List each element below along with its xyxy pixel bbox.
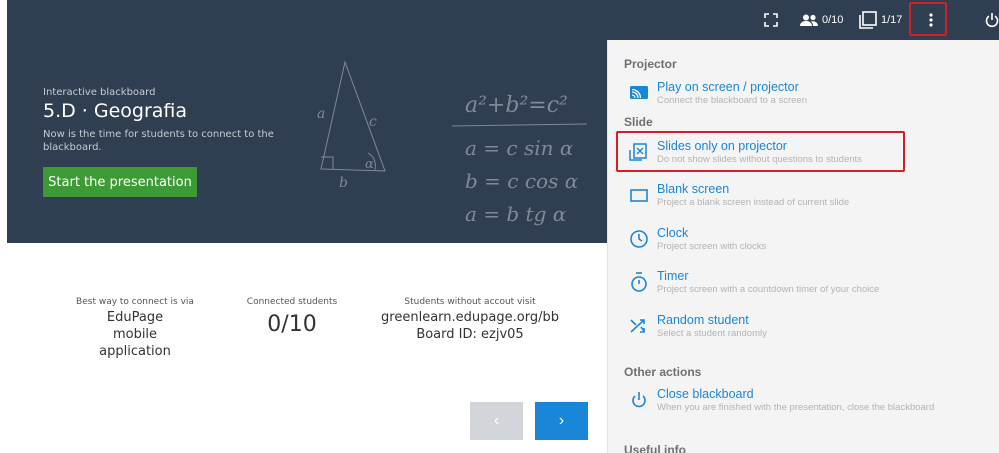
menu-item-label: Timer [657,269,689,283]
shuffle-icon [630,319,645,333]
people-icon [800,14,818,26]
menu-item-desc: Project a blank screen instead of curren… [657,197,850,208]
students-count: 0/10 [822,14,844,26]
connect-info: Best way to connect is via EduPage mobil… [45,297,225,360]
students-button[interactable]: 0/10 [799,0,843,40]
menu-item-desc: Connect the blackboard to a screen [657,95,807,106]
equation-pythagoras: a²+b²=c² [465,93,568,118]
projector-heading: Projector [624,57,677,71]
start-presentation-button[interactable]: Start the presentation [43,167,197,197]
side-c-label: c [369,114,377,130]
menu-item-desc: Project screen with clocks [657,241,767,252]
timer-icon [631,272,647,292]
side-b-label: b [339,175,348,191]
top-bar: 0/10 1/17 [7,0,999,40]
prev-slide-button[interactable]: ‹ [470,402,523,440]
menu-item-close-blackboard[interactable]: Close blackboard When you are finished w… [624,387,994,423]
class-title: 5.D · Geografia [43,100,188,122]
hero-subtitle: Now is the time for students to connect … [43,129,274,153]
menu-item-label: Blank screen [657,182,730,196]
power-icon [632,392,646,408]
next-slide-button[interactable]: › [535,402,588,440]
other-actions-heading: Other actions [624,365,702,379]
slide-heading: Slide [624,115,653,129]
menu-item-label: Random student [657,313,749,327]
connect-caption: Best way to connect is via [76,297,194,307]
connected-students-count: 0/10 [267,312,317,337]
hero-banner: a c b α a²+b²=c² a = c sin α b = c cos α… [7,40,607,243]
actions-menu: Projector Play on screen / projector Con… [607,40,999,453]
useful-info-heading: Useful info [624,443,686,453]
slides-count: 1/17 [881,14,903,26]
connected-students-caption: Connected students [246,297,338,307]
menu-item-play-on-screen[interactable]: Play on screen / projector Connect the b… [624,80,994,116]
board-id: Board ID: ezjv05 [416,327,524,342]
fullscreen-icon [764,13,778,27]
power-icon [985,13,999,28]
menu-item-random-student[interactable]: Random student Select a student randomly [624,313,994,349]
menu-item-clock[interactable]: Clock Project screen with clocks [624,226,994,262]
menu-item-label: Play on screen / projector [657,80,799,94]
menu-item-label: Close blackboard [657,387,754,401]
cast-icon [630,86,648,99]
menu-item-desc: Project screen with a countdown timer of… [657,284,880,295]
visit-caption: Students without accout visit [404,297,536,307]
menu-item-desc: When you are finished with the presentat… [657,402,935,413]
equation-tangent: a = b tg α [465,202,567,226]
menu-item-label: Clock [657,226,689,240]
hero-eyebrow: Interactive blackboard [43,87,156,98]
clock-icon [630,230,648,248]
slides-only-highlight [616,131,905,172]
side-a-label: a [317,106,325,122]
slides-icon [859,11,877,29]
visit-info: Students without accout visit greenlearn… [370,297,570,343]
menu-item-desc: Select a student randomly [657,328,767,339]
menu-button-highlight [909,2,947,36]
angle-label: α [365,157,374,172]
equation-sine: a = c sin α [465,136,574,160]
slides-button[interactable]: 1/17 [858,0,902,40]
students-info: Connected students 0/10 [232,297,352,337]
menu-item-blank-screen[interactable]: Blank screen Project a blank screen inst… [624,182,994,218]
blank-screen-icon [630,189,648,202]
menu-item-timer[interactable]: Timer Project screen with a countdown ti… [624,269,994,305]
visit-url[interactable]: greenlearn.edupage.org/bb [370,309,570,326]
connect-method: EduPage mobile application [99,310,171,359]
fullscreen-button[interactable] [764,0,778,40]
power-button[interactable] [985,0,999,40]
equation-cosine: b = c cos α [465,169,579,193]
chalk-drawing: a c b α a²+b²=c² a = c sin α b = c cos α… [317,60,588,226]
